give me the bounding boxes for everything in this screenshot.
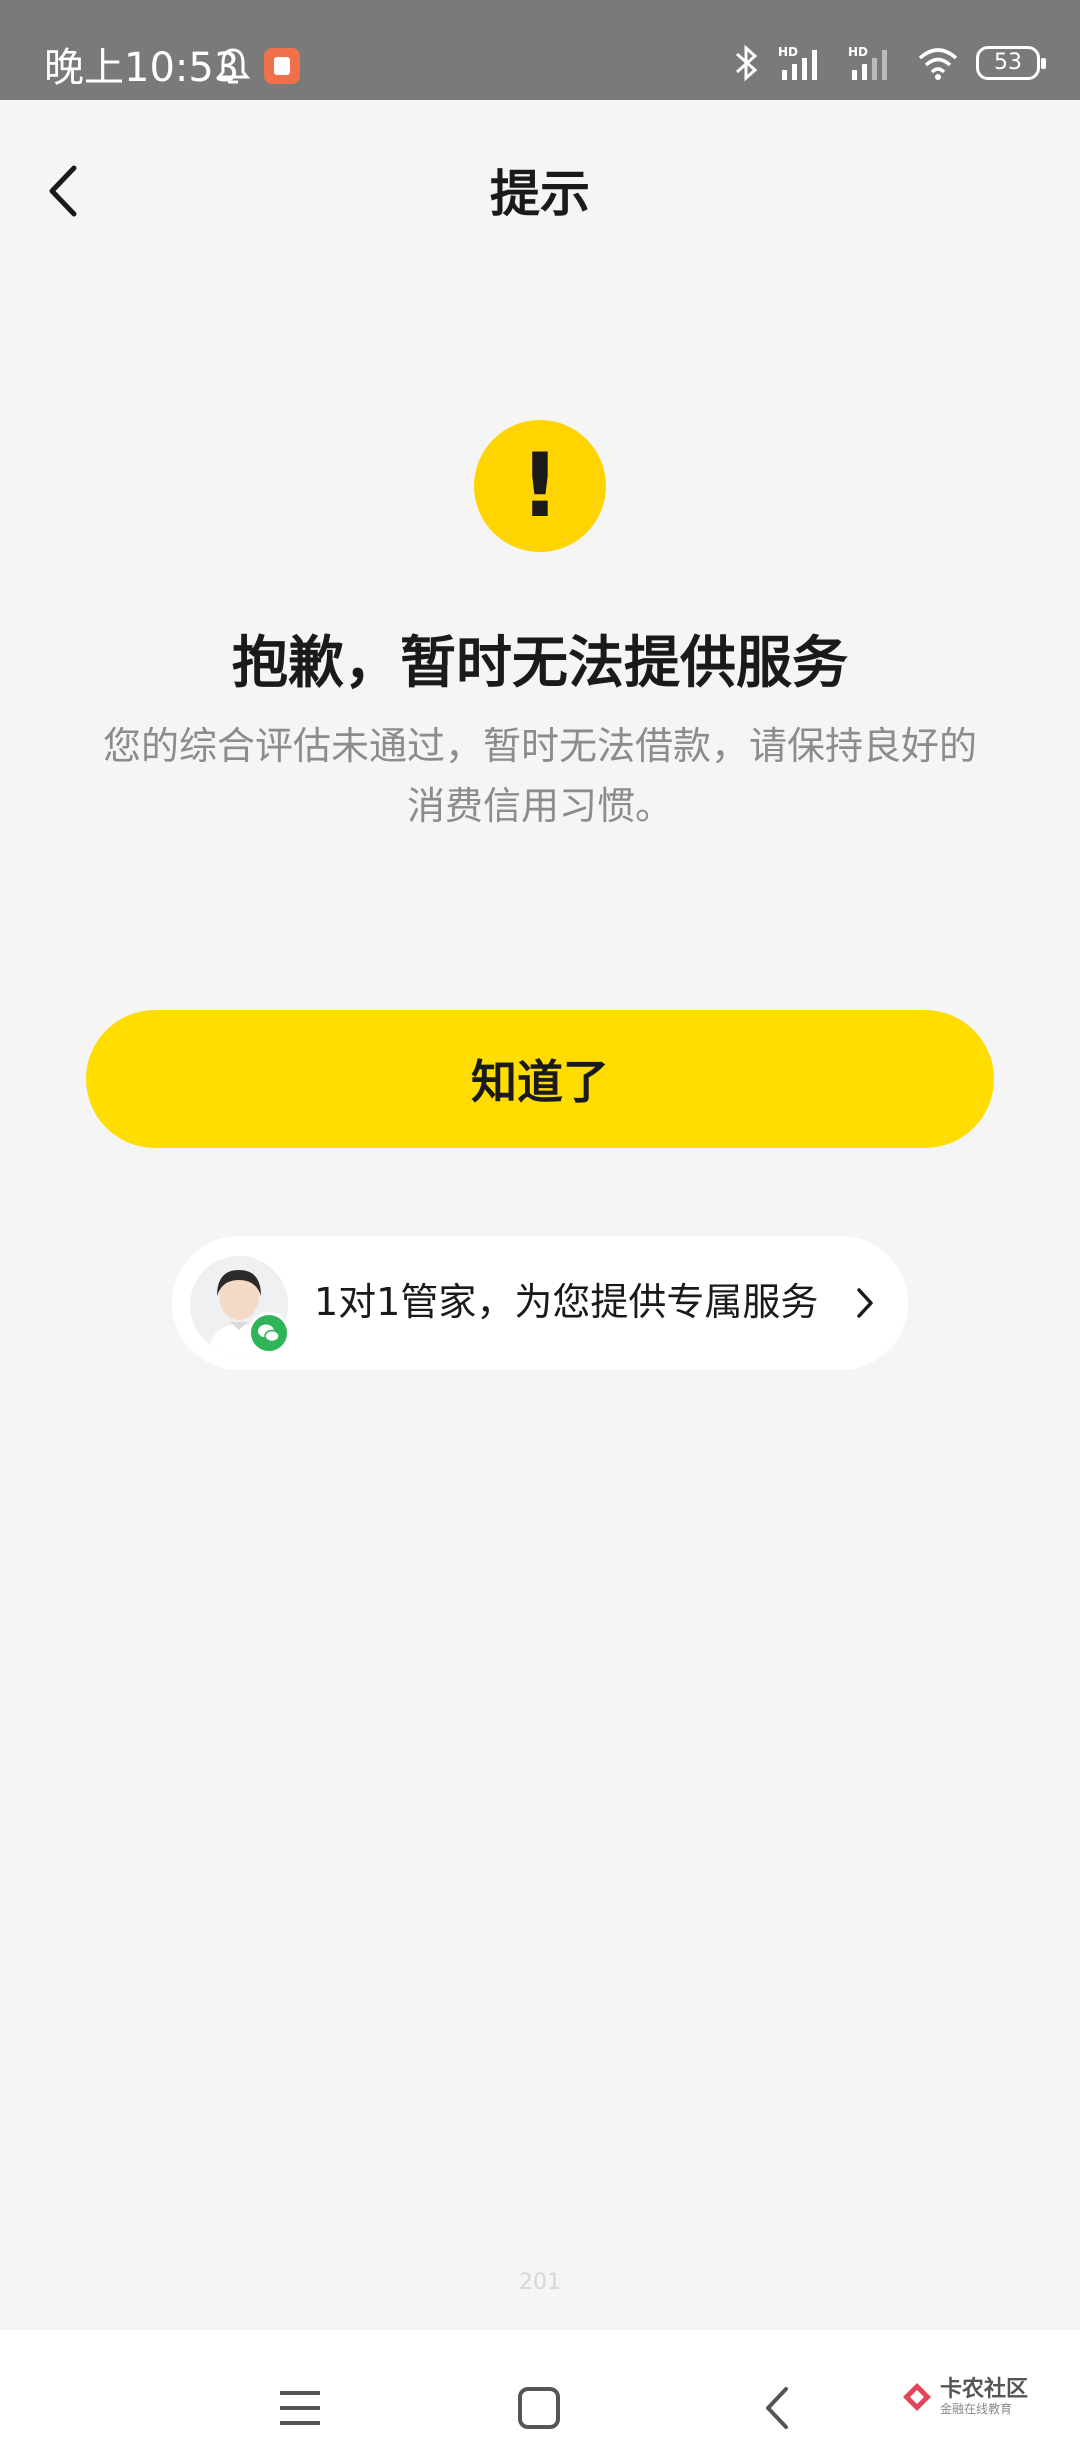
status-bar: 晚上10:53 HD HD 53 — [0, 0, 1080, 100]
watermark-title: 卡农社区 — [940, 2377, 1029, 2402]
status-time: 晚上10:53 — [44, 45, 240, 91]
app-notification-icon — [264, 48, 300, 84]
service-text: 1对1管家，为您提供专属服务 — [314, 1280, 819, 1324]
status-left-icons — [215, 46, 300, 86]
alarm-bell-icon — [215, 46, 251, 86]
signal-hd-2-icon: HD — [848, 45, 887, 80]
home-icon[interactable] — [516, 2385, 562, 2431]
watermark: 卡农社区 金融在线教育 — [900, 2378, 1028, 2416]
confirm-button[interactable]: 知道了 — [86, 1010, 994, 1148]
page-title: 提示 — [490, 165, 590, 223]
status-right-icons: HD HD 53 — [734, 44, 1046, 82]
version-label: 201 — [519, 2270, 561, 2295]
wechat-icon — [248, 1312, 290, 1354]
chevron-right-icon — [857, 1288, 873, 1318]
bluetooth-icon — [736, 44, 758, 82]
watermark-subtitle: 金融在线教育 — [940, 2402, 1013, 2416]
signal-hd-1-icon: HD — [778, 45, 817, 80]
page-header: 提示 — [0, 100, 1080, 275]
nav-back-icon[interactable] — [760, 2385, 794, 2431]
watermark-logo-icon — [903, 2383, 931, 2411]
svg-text:HD: HD — [778, 45, 798, 59]
svg-text:HD: HD — [848, 45, 868, 59]
error-title: 抱歉，暂时无法提供服务 — [232, 631, 848, 696]
error-description: 您的综合评估未通过，暂时无法借款，请保持良好的消费信用习惯。 — [102, 724, 977, 828]
system-nav-bar: 卡农社区 金融在线教育 — [0, 2330, 1080, 2460]
menu-icon[interactable] — [278, 2388, 322, 2428]
customer-service-link[interactable]: 1对1管家，为您提供专属服务 — [172, 1236, 908, 1370]
wifi-icon — [918, 48, 958, 80]
warning-icon: ! — [474, 420, 606, 552]
battery-indicator: 53 — [976, 46, 1046, 80]
